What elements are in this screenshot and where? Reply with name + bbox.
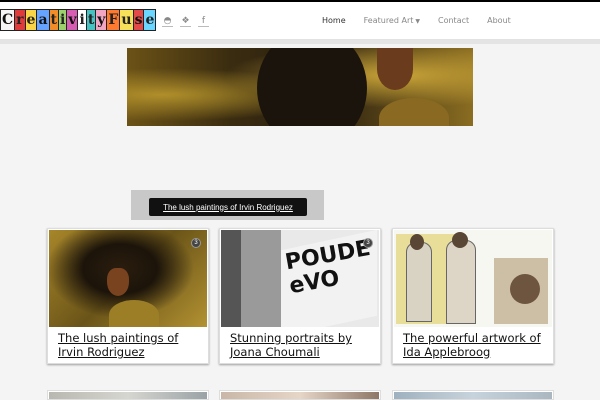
thumb-figure-shape bbox=[406, 242, 432, 322]
logo-letter: F bbox=[106, 9, 121, 31]
rss-icon[interactable]: ◓ bbox=[162, 16, 173, 27]
nav-item-home[interactable]: Home bbox=[322, 16, 346, 25]
thumb-shape bbox=[510, 274, 540, 304]
nav-item-featured-art-label: Featured Art bbox=[363, 16, 414, 25]
post-thumbnail[interactable] bbox=[394, 392, 552, 399]
post-card[interactable]: 3 The lush paintings of Irvin Rodriguez bbox=[47, 228, 209, 364]
hero-shoulder-shape bbox=[379, 98, 449, 126]
site-header: CreativityFuse ◓ ❖ f Home Featured Art ▼ … bbox=[0, 0, 600, 40]
logo-letter: u bbox=[119, 9, 134, 31]
post-thumbnail[interactable] bbox=[221, 392, 379, 399]
post-card[interactable] bbox=[47, 390, 209, 400]
thumb-figure-shape bbox=[446, 240, 476, 324]
caret-down-icon: ▼ bbox=[415, 18, 420, 25]
logo-letter: e bbox=[143, 9, 157, 31]
post-thumbnail[interactable] bbox=[49, 392, 207, 399]
post-thumbnail[interactable] bbox=[394, 230, 552, 327]
post-thumbnail[interactable]: 3 bbox=[49, 230, 207, 327]
post-title-link[interactable]: Stunning portraits by Joana Choumali bbox=[230, 331, 378, 359]
thumb-shape bbox=[221, 230, 241, 327]
hero-hair-shape bbox=[257, 48, 367, 126]
post-card[interactable] bbox=[219, 390, 381, 400]
post-thumbnail[interactable]: POUDE eVO 3 bbox=[221, 230, 379, 327]
comment-count-badge: 3 bbox=[363, 238, 373, 248]
nav-item-featured-art[interactable]: Featured Art ▼ bbox=[364, 16, 420, 25]
thumb-body-shape bbox=[109, 300, 159, 327]
social-links: ◓ ❖ f bbox=[162, 16, 209, 27]
thumb-shape bbox=[241, 230, 281, 327]
hero-caption-banner: The lush paintings of Irvin Rodriguez bbox=[131, 190, 324, 220]
post-title-link[interactable]: The powerful artwork of Ida Applebroog bbox=[403, 331, 551, 359]
site-logo[interactable]: CreativityFuse bbox=[0, 9, 157, 31]
thumb-head-shape bbox=[452, 232, 468, 248]
hero-caption-link[interactable]: The lush paintings of Irvin Rodriguez bbox=[149, 198, 307, 216]
main-nav: Home Featured Art ▼ Contact About bbox=[322, 16, 529, 25]
nav-item-about[interactable]: About bbox=[487, 16, 511, 25]
twitter-icon[interactable]: ❖ bbox=[180, 16, 191, 27]
hero-image[interactable] bbox=[127, 48, 473, 126]
header-shadow bbox=[0, 40, 600, 44]
thumb-head-shape bbox=[410, 234, 424, 250]
hero-face-shape bbox=[377, 48, 413, 90]
post-card[interactable] bbox=[392, 390, 554, 400]
logo-letter: C bbox=[0, 9, 16, 31]
nav-item-contact[interactable]: Contact bbox=[438, 16, 469, 25]
post-card[interactable]: The powerful artwork of Ida Applebroog bbox=[392, 228, 554, 364]
comment-count-badge: 3 bbox=[191, 238, 201, 248]
facebook-icon[interactable]: f bbox=[198, 16, 209, 27]
post-card[interactable]: POUDE eVO 3 Stunning portraits by Joana … bbox=[219, 228, 381, 364]
post-title-link[interactable]: The lush paintings of Irvin Rodriguez bbox=[58, 331, 206, 359]
thumb-face-shape bbox=[107, 268, 129, 296]
